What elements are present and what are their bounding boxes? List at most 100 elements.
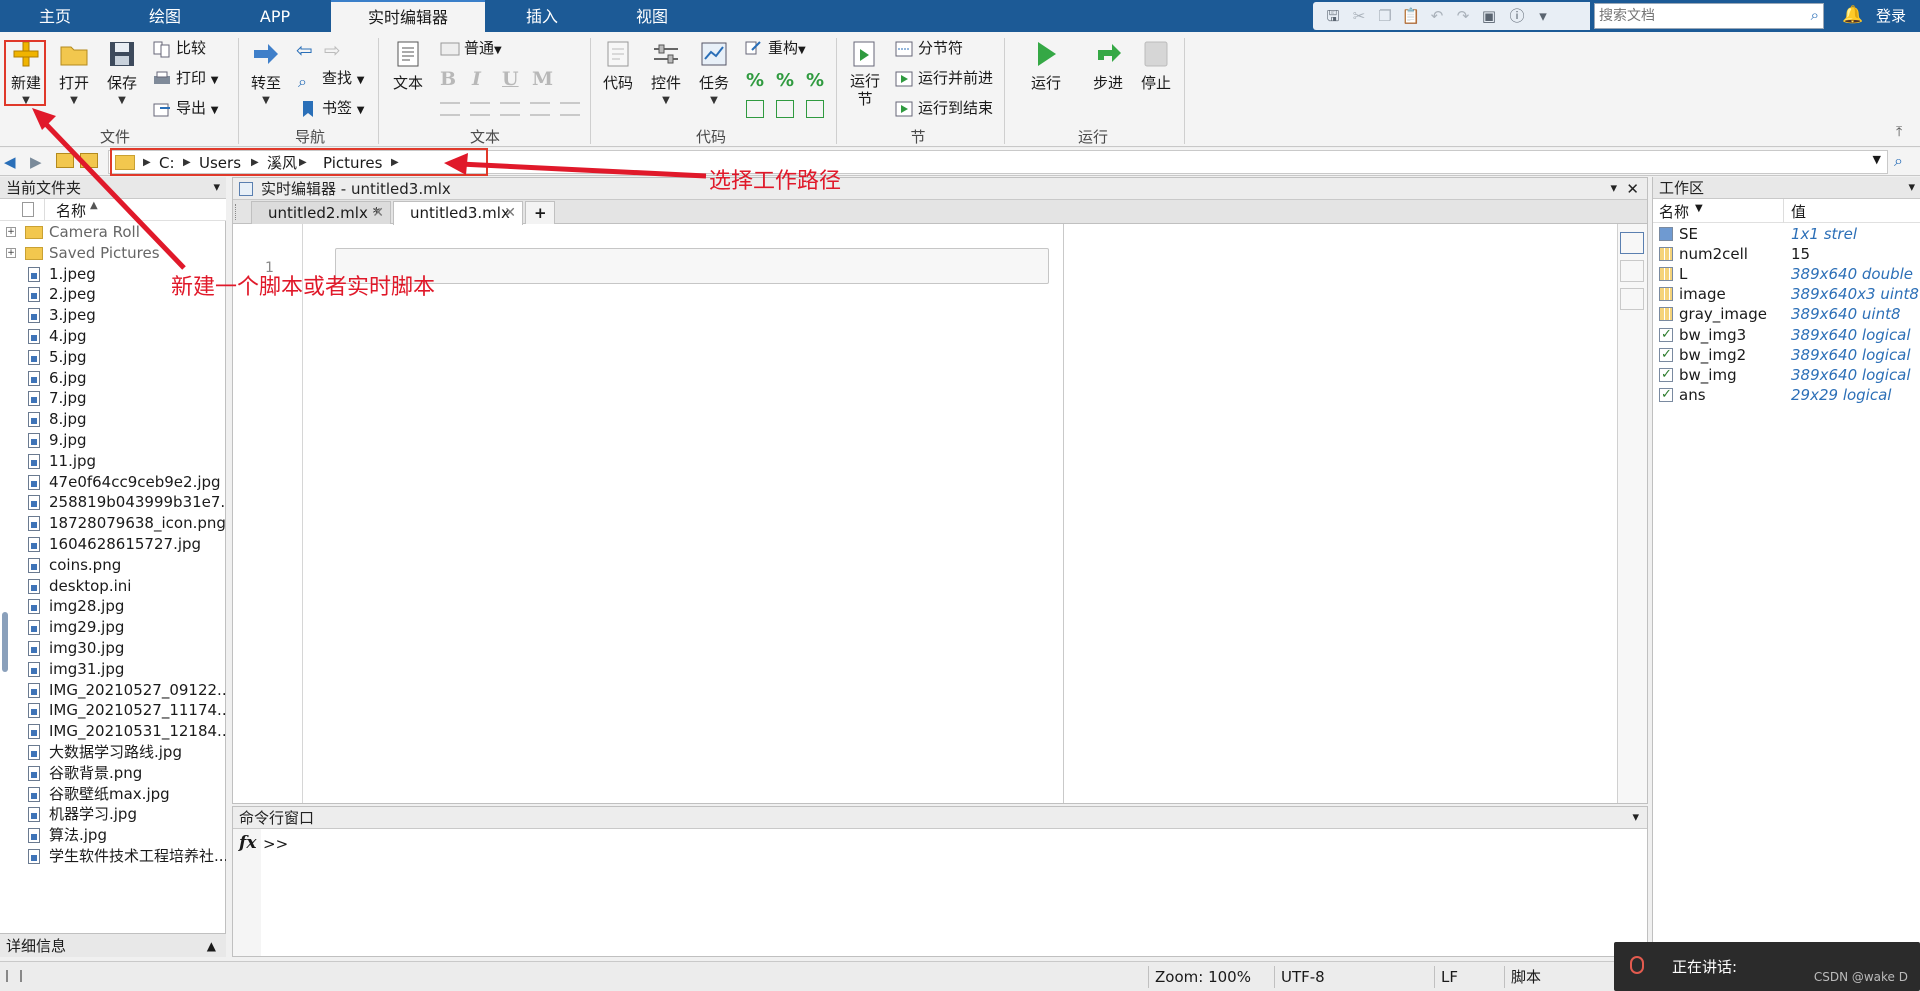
uncomment-percent-icon[interactable]: % xyxy=(776,70,794,91)
run-and-advance-button[interactable]: 运行并前进 xyxy=(894,66,993,90)
hide-code-icon[interactable] xyxy=(1620,288,1644,310)
bookmark-button[interactable]: 书签 ▼ xyxy=(298,96,365,120)
function-browser-icon[interactable]: fx xyxy=(239,833,256,853)
collapse-ribbon-icon[interactable]: ⤒ xyxy=(1896,124,1902,140)
variable-row[interactable]: L 389x640 double xyxy=(1653,264,1920,284)
tab-live-editor[interactable]: 实时编辑器 xyxy=(331,0,485,32)
close-tab-icon[interactable]: ✕ xyxy=(372,202,384,225)
control-button[interactable]: 控件 ▼ xyxy=(644,36,688,122)
file-row[interactable]: IMG_20210527_11174... xyxy=(0,700,226,721)
tab-untitled3[interactable]: untitled3.mlx ✕ xyxy=(393,201,523,225)
run-section-button[interactable]: 运行节 xyxy=(842,36,888,122)
panel-options-icon[interactable]: ▾ xyxy=(213,177,220,199)
output-inline-icon[interactable] xyxy=(1620,260,1644,282)
goto-button[interactable]: 转至 ▼ xyxy=(244,36,288,122)
forward-arrow-icon[interactable]: ⇨ xyxy=(324,38,341,62)
browse-folder-icon[interactable] xyxy=(80,153,98,168)
back-arrow-icon[interactable]: ⇦ xyxy=(296,38,313,62)
file-row[interactable]: 258819b043999b31e7... xyxy=(0,492,226,513)
chevron-down-icon[interactable]: ▼ xyxy=(244,95,288,106)
chevron-down-icon[interactable]: ▼ xyxy=(357,75,365,86)
chevron-down-icon[interactable]: ▼ xyxy=(494,45,502,56)
find-button[interactable]: ⌕ 查找 ▼ xyxy=(298,66,365,91)
redo-icon[interactable]: ↷ xyxy=(1453,6,1473,26)
expand-icon[interactable]: + xyxy=(6,247,16,258)
file-row[interactable]: 18728079638_icon.png xyxy=(0,513,226,534)
customize-dropdown-icon[interactable]: ▾ xyxy=(1533,6,1553,26)
chevron-down-icon[interactable]: ▼ xyxy=(644,95,688,106)
switch-windows-icon[interactable]: ▣ xyxy=(1479,6,1499,26)
increase-indent-icon[interactable] xyxy=(806,100,824,118)
variable-row[interactable]: bw_img3 389x640 logical xyxy=(1653,325,1920,345)
run-to-end-button[interactable]: 运行到结束 xyxy=(894,96,993,120)
tab-view[interactable]: 视图 xyxy=(597,0,707,32)
output-right-icon[interactable] xyxy=(1620,232,1644,254)
sort-descending-icon[interactable]: ▼ xyxy=(1695,203,1703,214)
run-button[interactable]: 运行 xyxy=(1024,36,1068,122)
chevron-down-icon[interactable]: ▼ xyxy=(100,95,144,106)
folder-up-icon[interactable] xyxy=(56,153,74,168)
command-prompt[interactable]: >> xyxy=(263,835,288,853)
file-row[interactable]: 5.jpg xyxy=(0,347,226,368)
new-tab-button[interactable]: + xyxy=(525,201,555,224)
smart-indent-icon[interactable] xyxy=(746,100,764,118)
close-tab-icon[interactable]: ✕ xyxy=(504,202,516,225)
file-row[interactable]: 算法.jpg xyxy=(0,825,226,846)
forward-arrow-icon[interactable]: ▶ xyxy=(30,153,42,171)
column-header-name[interactable]: 名称 xyxy=(1659,201,1689,222)
comment-percent-icon[interactable]: % xyxy=(746,70,764,91)
file-row[interactable]: 47e0f64cc9ceb9e2.jpg xyxy=(0,472,226,493)
file-row[interactable]: coins.png xyxy=(0,555,226,576)
microphone-muted-icon[interactable] xyxy=(1630,956,1644,974)
variable-row[interactable]: SE 1x1 strel xyxy=(1653,224,1920,244)
search-documentation[interactable]: ⌕ xyxy=(1594,3,1824,29)
back-arrow-icon[interactable]: ◀ xyxy=(4,153,16,171)
file-row[interactable]: 1604628615727.jpg xyxy=(0,534,226,555)
task-button[interactable]: 任务 ▼ xyxy=(692,36,736,122)
file-row[interactable]: img28.jpg xyxy=(0,596,226,617)
open-button[interactable]: 打开 ▼ xyxy=(52,36,96,122)
folder-row[interactable]: + Camera Roll xyxy=(0,222,226,243)
panel-options-icon[interactable]: ▾ xyxy=(1908,177,1915,199)
italic-button[interactable]: I xyxy=(472,68,481,90)
tab-insert[interactable]: 插入 xyxy=(487,0,597,32)
search-folder-icon[interactable]: ⌕ xyxy=(1894,151,1903,171)
variable-row[interactable]: ans 29x29 logical xyxy=(1653,385,1920,405)
chevron-down-icon[interactable]: ▼ xyxy=(1873,153,1881,166)
vertical-scrollbar[interactable] xyxy=(2,612,8,672)
variable-row[interactable]: gray_image 389x640 uint8 xyxy=(1653,304,1920,324)
variable-row[interactable]: image 389x640x3 uint8 xyxy=(1653,284,1920,304)
align-left-icon[interactable] xyxy=(500,102,520,116)
file-row[interactable]: 7.jpg xyxy=(0,388,226,409)
file-row[interactable]: 9.jpg xyxy=(0,430,226,451)
column-header-name[interactable]: 名称 xyxy=(56,200,86,221)
variable-row[interactable]: bw_img 389x640 logical xyxy=(1653,365,1920,385)
code-cell[interactable] xyxy=(335,248,1049,284)
file-row[interactable]: 大数据学习路线.jpg xyxy=(0,742,226,763)
align-center-icon[interactable] xyxy=(530,102,550,116)
notification-bell-icon[interactable]: 🔔 xyxy=(1842,5,1863,25)
file-row[interactable]: IMG_20210527_09122... xyxy=(0,680,226,701)
panel-options-icon[interactable]: ▾ xyxy=(1610,178,1617,200)
sort-ascending-icon[interactable]: ▲ xyxy=(90,200,98,211)
tab-plots[interactable]: 绘图 xyxy=(110,0,220,32)
undo-icon[interactable]: ↶ xyxy=(1427,6,1447,26)
bold-button[interactable]: B xyxy=(440,68,456,90)
text-style-dropdown[interactable]: 普通▼ xyxy=(440,36,502,60)
file-row[interactable]: img30.jpg xyxy=(0,638,226,659)
chevron-down-icon[interactable]: ▼ xyxy=(211,75,219,86)
close-icon[interactable]: ✕ xyxy=(1626,178,1639,200)
file-row[interactable]: 机器学习.jpg xyxy=(0,804,226,825)
chevron-down-icon[interactable]: ▼ xyxy=(692,95,736,106)
file-row[interactable]: desktop.ini xyxy=(0,576,226,597)
file-row[interactable]: 8.jpg xyxy=(0,409,226,430)
tab-apps[interactable]: APP xyxy=(220,0,330,32)
column-header-value[interactable]: 值 xyxy=(1791,201,1806,222)
cut-icon[interactable]: ✂ xyxy=(1349,6,1369,26)
bullet-list-icon[interactable] xyxy=(470,102,490,116)
paste-icon[interactable]: 📋 xyxy=(1401,6,1421,26)
file-row[interactable]: 谷歌壁纸max.jpg xyxy=(0,784,226,805)
search-input[interactable] xyxy=(1595,4,1795,28)
tab-untitled2[interactable]: untitled2.mlx * ✕ xyxy=(251,201,391,224)
file-row[interactable]: IMG_20210531_12184... xyxy=(0,721,226,742)
